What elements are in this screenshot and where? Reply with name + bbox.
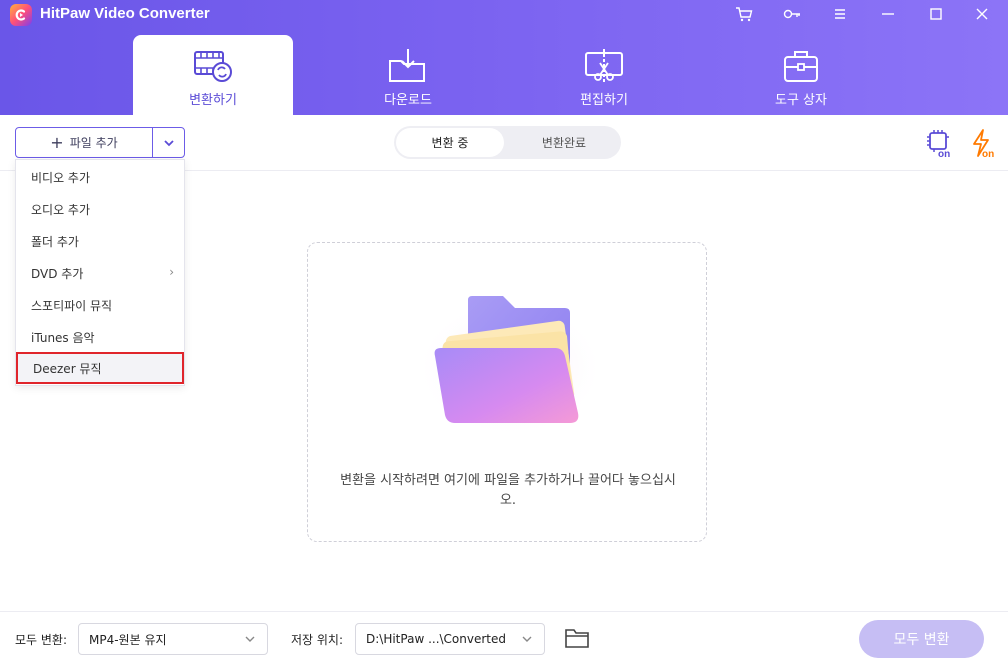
tab-convert[interactable]: 변환하기 (133, 35, 293, 115)
tab-label: 편집하기 (580, 93, 628, 108)
save-location-value: D:\HitPaw ...\Converted (366, 632, 507, 646)
tab-label: 다운로드 (384, 93, 432, 108)
close-icon[interactable] (968, 2, 996, 26)
plus-icon: + (50, 133, 64, 152)
menu-item-label: Deezer 뮤직 (33, 361, 102, 376)
app-title: HitPaw Video Converter (40, 5, 210, 22)
chevron-down-icon (163, 139, 174, 146)
add-file-button[interactable]: + 파일 추가 (16, 128, 152, 157)
minimize-icon[interactable] (874, 2, 902, 26)
menu-item-add-video[interactable]: 비디오 추가 (16, 162, 184, 192)
edit-scissors-icon (585, 49, 623, 83)
tab-toolbox[interactable]: 도구 상자 (721, 35, 881, 115)
status-segmented-control: 변환 중 변환완료 (394, 126, 621, 159)
app-logo-icon (10, 4, 32, 26)
menu-item-label: 비디오 추가 (31, 170, 91, 185)
tab-label: 도구 상자 (775, 93, 827, 108)
save-location-label: 저장 위치: (291, 633, 344, 647)
tab-converted[interactable]: 변환완료 (510, 128, 618, 157)
menu-icon[interactable] (826, 2, 854, 26)
tab-download[interactable]: 다운로드 (328, 35, 488, 115)
lightning-speed-icon[interactable]: on (969, 128, 999, 158)
menu-item-spotify-music[interactable]: 스포티파이 뮤직 (16, 290, 184, 320)
menu-item-add-folder[interactable]: 폴더 추가 (16, 226, 184, 256)
drop-zone[interactable]: 변환을 시작하려면 여기에 파일을 추가하거나 끌어다 놓으십시오. (307, 242, 707, 542)
folder-illustration-icon (415, 296, 605, 438)
open-folder-icon[interactable] (563, 626, 591, 650)
tab-edit[interactable]: 편집하기 (524, 35, 684, 115)
add-file-button-group: + 파일 추가 (15, 127, 185, 158)
film-convert-icon (194, 51, 232, 82)
menu-item-label: 스포티파이 뮤직 (31, 298, 113, 313)
svg-text:on: on (982, 149, 994, 158)
add-file-dropdown-button[interactable] (153, 128, 184, 157)
tab-label: 변환하기 (189, 93, 237, 108)
menu-item-label: DVD 추가 (31, 266, 84, 281)
svg-text:on: on (938, 149, 950, 158)
tab-converting[interactable]: 변환 중 (396, 128, 504, 157)
download-folder-icon (389, 49, 425, 82)
chevron-down-icon (522, 636, 532, 642)
title-bar: HitPaw Video Converter 변환하기 다운로드 편집하기 도구… (0, 0, 1008, 115)
menu-item-label: 폴더 추가 (31, 234, 79, 249)
convert-all-button[interactable]: 모두 변환 (859, 620, 984, 658)
convert-all-format-label: 모두 변환: (15, 633, 68, 647)
save-location-select[interactable]: D:\HitPaw ...\Converted (355, 623, 545, 655)
key-icon[interactable] (778, 2, 806, 26)
add-file-menu: 비디오 추가 오디오 추가 폴더 추가 DVD 추가 › 스포티파이 뮤직 iTu… (15, 159, 185, 386)
menu-item-itunes-music[interactable]: iTunes 음악 (16, 322, 184, 352)
menu-item-label: 오디오 추가 (31, 202, 91, 217)
hardware-acceleration-icon[interactable]: on (925, 128, 955, 158)
output-format-value: MP4-원본 유지 (89, 632, 167, 647)
chevron-down-icon (245, 636, 255, 642)
menu-item-label: iTunes 음악 (31, 330, 95, 345)
drop-zone-hint: 변환을 시작하려면 여기에 파일을 추가하거나 끌어다 놓으십시오. (340, 473, 676, 508)
menu-item-add-dvd[interactable]: DVD 추가 › (16, 258, 184, 288)
toolbox-icon (784, 51, 818, 82)
output-format-select[interactable]: MP4-원본 유지 (78, 623, 268, 655)
menu-item-deezer-music[interactable]: Deezer 뮤직 (16, 352, 184, 384)
add-file-label: 파일 추가 (69, 136, 118, 150)
footer-divider (0, 611, 1008, 612)
chevron-right-icon: › (169, 265, 174, 279)
menu-item-add-audio[interactable]: 오디오 추가 (16, 194, 184, 224)
cart-icon[interactable] (730, 2, 758, 26)
maximize-icon[interactable] (922, 2, 950, 26)
